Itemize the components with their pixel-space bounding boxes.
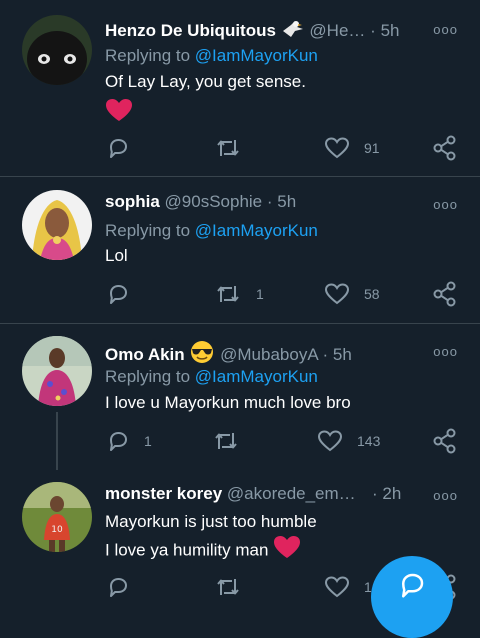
tweet-text-line: Of Lay Lay, you get sense. (105, 72, 306, 91)
tweet-omo-akin[interactable]: Omo Akin @MubaboyA · 5h ooo Replying to … (0, 324, 480, 470)
timestamp[interactable]: 5h (381, 21, 400, 40)
retweet-button[interactable] (214, 572, 256, 602)
like-icon (324, 283, 350, 305)
tweet-text-line: I love ya humility man (105, 540, 269, 560)
reply-icon (110, 285, 127, 304)
separator-dot: · (322, 345, 329, 364)
reply-button[interactable] (106, 279, 144, 309)
display-name[interactable]: sophia (105, 192, 160, 211)
replying-prefix: Replying to (105, 46, 195, 65)
share-button[interactable] (432, 279, 458, 309)
tweet-text: Lol (105, 246, 128, 265)
separator-dot: · (370, 21, 376, 40)
reply-button[interactable] (106, 133, 144, 163)
reply-button[interactable]: 1 (106, 426, 152, 456)
handle[interactable]: @He… (309, 21, 365, 40)
more-options-icon[interactable]: ooo (433, 488, 458, 503)
like-icon (324, 137, 350, 159)
like-icon (324, 576, 350, 598)
reply-icon (110, 432, 127, 451)
avatar-sophia[interactable] (22, 190, 92, 260)
tweet-henzo[interactable]: Henzo De Ubiquitous @He… · 5h ooo Replyi… (0, 0, 480, 176)
display-name[interactable]: Henzo De Ubiquitous (105, 21, 276, 40)
display-name[interactable]: monster korey (105, 484, 222, 503)
like-icon (317, 430, 343, 452)
tweet-sophia[interactable]: sophia @90sSophie · 5h ooo Replying to @… (0, 177, 480, 323)
handle[interactable]: @MubaboyA (220, 345, 318, 364)
timestamp[interactable]: 5h (277, 192, 296, 211)
compose-reply-button[interactable] (371, 556, 453, 638)
heart-emoji-icon (273, 535, 301, 567)
tweet-time: · 2h (372, 484, 401, 504)
share-button[interactable] (432, 133, 458, 163)
like-button[interactable]: 1 (324, 572, 372, 602)
tweet-actions: 1 143 (0, 426, 480, 456)
tweet-actions: 91 (0, 133, 480, 163)
tweet-actions: 1 58 (0, 279, 480, 309)
tweet-header: sophia @90sSophie · 5h (105, 192, 296, 212)
like-button[interactable]: 143 (317, 426, 380, 456)
replying-to: Replying to @IamMayorKun (105, 367, 318, 387)
timestamp[interactable]: 5h (333, 345, 352, 364)
avatar-omo-akin[interactable] (22, 336, 92, 406)
eagle-emoji-icon (281, 21, 310, 40)
like-button[interactable]: 58 (324, 279, 380, 309)
like-button[interactable]: 91 (324, 133, 380, 163)
tweet-text-line-2: I love ya humility man (105, 535, 317, 567)
retweet-icon (217, 579, 239, 595)
mention-link[interactable]: @IamMayorKun (195, 367, 318, 386)
retweet-icon (215, 433, 237, 449)
tweet-header: Omo Akin @MubaboyA · 5h (105, 340, 352, 365)
mention-link[interactable]: @IamMayorKun (195, 46, 318, 65)
like-count: 143 (357, 433, 381, 449)
reply-button[interactable] (106, 572, 144, 602)
handle[interactable]: @akorede_em… (227, 484, 356, 503)
avatar-henzo[interactable] (22, 15, 92, 85)
tweet-header: monster korey @akorede_em… (105, 484, 356, 504)
compose-reply-icon (402, 573, 424, 598)
separator-dot: · (372, 484, 378, 503)
share-icon (433, 135, 456, 161)
tweet-text: Mayorkun is just too humble I love ya hu… (105, 509, 317, 567)
avatar-monster-korey[interactable]: 10 (22, 482, 92, 552)
more-options-icon[interactable]: ooo (433, 197, 458, 212)
timestamp[interactable]: 2h (382, 484, 401, 503)
retweet-icon (217, 286, 239, 302)
share-icon (433, 428, 456, 454)
heart-emoji-icon (105, 98, 306, 130)
sunglasses-emoji-icon (189, 341, 220, 364)
handle[interactable]: @90sSophie (165, 192, 263, 211)
replying-to: Replying to @IamMayorKun (105, 221, 318, 241)
reply-count: 1 (144, 433, 152, 449)
retweet-button[interactable] (214, 133, 256, 163)
like-count: 58 (364, 286, 380, 302)
svg-text:10: 10 (51, 525, 63, 535)
separator-dot: · (266, 192, 273, 211)
display-name[interactable]: Omo Akin (105, 345, 185, 364)
tweet-text: Of Lay Lay, you get sense. (105, 69, 306, 130)
share-icon (433, 281, 456, 307)
replying-to: Replying to @IamMayorKun (105, 46, 318, 66)
retweet-button[interactable]: 1 (214, 279, 264, 309)
like-count: 91 (364, 140, 380, 156)
retweet-icon (217, 140, 239, 156)
replying-prefix: Replying to (105, 221, 195, 240)
retweet-button[interactable] (212, 426, 254, 456)
mention-link[interactable]: @IamMayorKun (195, 221, 318, 240)
more-options-icon[interactable]: ooo (433, 22, 458, 37)
retweet-count: 1 (256, 286, 264, 302)
tweet-text-line: Mayorkun is just too humble (105, 512, 317, 531)
tweet-header: Henzo De Ubiquitous @He… · 5h (105, 19, 399, 41)
more-options-icon[interactable]: ooo (433, 344, 458, 359)
reply-icon (110, 139, 127, 158)
tweet-text: I love u Mayorkun much love bro (105, 393, 351, 412)
share-button[interactable] (432, 426, 458, 456)
replying-prefix: Replying to (105, 367, 195, 386)
reply-icon (110, 578, 127, 597)
